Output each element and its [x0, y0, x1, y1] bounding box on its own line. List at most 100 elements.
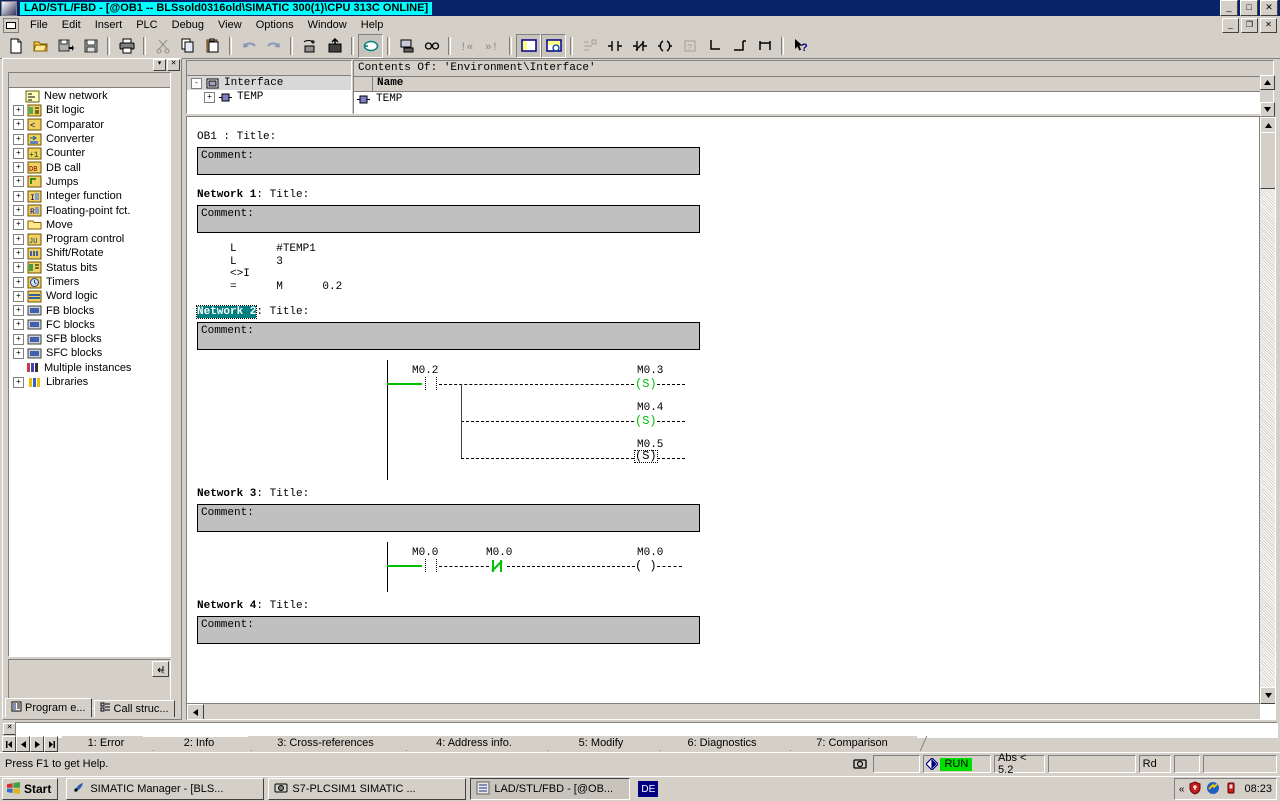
tree-expander[interactable]: +	[13, 247, 24, 259]
tab-nav-last[interactable]	[44, 736, 58, 752]
tree-expander[interactable]: +	[13, 104, 24, 116]
no-contact-m0-0[interactable]	[425, 559, 437, 573]
no-contact-icon[interactable]	[602, 34, 627, 58]
tree-expander[interactable]: +	[13, 347, 24, 359]
set-coil-m0-5-selected[interactable]: (S)	[634, 450, 658, 464]
editor-scroll-left-button[interactable]	[187, 704, 204, 719]
menu-debug[interactable]: Debug	[165, 17, 211, 33]
tree-expander[interactable]: +	[13, 162, 24, 174]
tree-item-sfb-blocks[interactable]: + SFB blocks	[9, 332, 170, 346]
mdi-close-button[interactable]: ✕	[1260, 17, 1277, 33]
undo-icon[interactable]	[236, 34, 261, 58]
paste-icon[interactable]	[200, 34, 225, 58]
column-header-name[interactable]: Name	[373, 77, 1273, 91]
tree-expander[interactable]: +	[13, 119, 24, 131]
tree-item-shift-rotate[interactable]: + Shift/Rotate	[9, 246, 170, 260]
copy-icon[interactable]	[175, 34, 200, 58]
network-4-title[interactable]: Network 4: Title:	[187, 600, 1259, 612]
network-3-comment-box[interactable]: Comment:	[197, 504, 700, 533]
tree-expander[interactable]: +	[13, 190, 24, 202]
interface-tree-item-interface[interactable]: - Interface	[187, 76, 351, 90]
network-1-title[interactable]: Network 1: Title:	[187, 189, 1259, 201]
tree-item-timers[interactable]: + Timers	[9, 275, 170, 289]
save-icon[interactable]	[78, 34, 103, 58]
interface-scroll-up-button[interactable]	[1260, 75, 1275, 90]
editor-scroll-down-button[interactable]	[1260, 687, 1275, 704]
usb-device-icon[interactable]	[1224, 781, 1238, 798]
network-1-stl-code[interactable]: L #TEMP1 L 3 <>I = M 0.2	[187, 233, 1259, 293]
open-folder-icon[interactable]	[28, 34, 53, 58]
tree-expander[interactable]: +	[13, 205, 24, 217]
menu-insert[interactable]: Insert	[88, 17, 130, 33]
clock[interactable]: 08:23	[1244, 783, 1272, 795]
network-2-ladder[interactable]: M0.2 M0.3 (S) M0.4 (S) M0.5 (S)	[187, 350, 1259, 481]
set-coil-m0-3[interactable]: (S)	[635, 377, 657, 391]
print-icon[interactable]	[114, 34, 139, 58]
tree-expander[interactable]: +	[13, 233, 24, 245]
network-activity-icon[interactable]	[1206, 781, 1220, 798]
tab-nav-prev[interactable]	[16, 736, 30, 752]
branch-close-icon[interactable]	[727, 34, 752, 58]
menu-edit[interactable]: Edit	[55, 17, 88, 33]
tree-item-integer-function[interactable]: + I Integer function	[9, 189, 170, 203]
taskbar-item-plcsim[interactable]: S7-PLCSIM1 SIMATIC ...	[268, 778, 467, 800]
tree-expander[interactable]: +	[204, 91, 215, 103]
tab-nav-next[interactable]	[30, 736, 44, 752]
menu-plc[interactable]: PLC	[129, 17, 164, 33]
mdi-document-icon[interactable]	[3, 17, 19, 33]
tab-diagnostics[interactable]: 6: Diagnostics	[657, 736, 787, 750]
tree-expander[interactable]: +	[13, 333, 24, 345]
tree-item-program-control[interactable]: + JU Program control	[9, 232, 170, 246]
output-coil-m0-0[interactable]: ( )	[635, 559, 657, 573]
panel-collapse-button[interactable]: ▾	[153, 58, 166, 71]
interface-tree[interactable]: - Interface + TEMP	[186, 60, 352, 114]
empty-box-icon[interactable]: ?	[677, 34, 702, 58]
branch-open-icon[interactable]	[702, 34, 727, 58]
tree-expander[interactable]: +	[13, 133, 24, 145]
tree-item-counter[interactable]: + +1 Counter	[9, 146, 170, 160]
close-button[interactable]: ✕	[1260, 0, 1278, 16]
tree-expander[interactable]: +	[13, 262, 24, 274]
tree-item-new-network[interactable]: New network	[9, 89, 170, 103]
tab-cross-references[interactable]: 3: Cross-references	[248, 736, 403, 750]
taskbar-item-lad-stl-fbd[interactable]: LAD/STL/FBD - [@OB...	[470, 778, 631, 800]
tab-info[interactable]: 2: Info	[143, 736, 255, 750]
tree-item-libraries[interactable]: + Libraries	[9, 375, 170, 389]
tree-item-status-bits[interactable]: + Status bits	[9, 261, 170, 275]
mdi-restore-button[interactable]: ❐	[1241, 17, 1258, 33]
tree-expander[interactable]: +	[13, 276, 24, 288]
tree-item-jumps[interactable]: + Jumps	[9, 175, 170, 189]
tree-item-converter[interactable]: + Converter	[9, 132, 170, 146]
editor-canvas[interactable]: OB1 : Title: Comment: Network 1: Title: …	[187, 117, 1259, 719]
tree-item-word-logic[interactable]: + Word logic	[9, 289, 170, 303]
tree-item-fc-blocks[interactable]: + FC blocks	[9, 318, 170, 332]
shield-icon[interactable]	[1188, 780, 1202, 798]
program-elements-tree[interactable]: New network + Bit logic + < Comparator +…	[8, 72, 171, 657]
tree-item-move[interactable]: + Move	[9, 218, 170, 232]
next-error-icon[interactable]: »!	[480, 34, 505, 58]
tab-address-info[interactable]: 4: Address info.	[403, 736, 545, 750]
tree-item-floating-point-fct[interactable]: + R Floating-point fct.	[9, 203, 170, 217]
taskbar-item-simatic-manager[interactable]: SIMATIC Manager - [BLS...	[66, 778, 265, 800]
coil-address-m0-3[interactable]: M0.3	[637, 365, 663, 377]
network-3-ladder[interactable]: M0.0 M0.0 M0.0 ( )	[187, 532, 1259, 593]
prev-error-icon[interactable]: !«	[455, 34, 480, 58]
mdi-minimize-button[interactable]: _	[1222, 17, 1239, 33]
editor-vertical-scrollbar[interactable]	[1259, 117, 1275, 704]
coil-address-m0-0[interactable]: M0.0	[637, 547, 663, 559]
code-editor[interactable]: OB1 : Title: Comment: Network 1: Title: …	[186, 116, 1276, 720]
tab-error[interactable]: 1: Error	[62, 736, 150, 750]
contact-address-m0-2[interactable]: M0.2	[412, 365, 438, 377]
monitor-icon[interactable]	[358, 34, 383, 58]
tree-item-sfc-blocks[interactable]: + SFC blocks	[9, 346, 170, 360]
cut-icon[interactable]	[150, 34, 175, 58]
tree-item-comparator[interactable]: + < Comparator	[9, 118, 170, 132]
tree-item-bit-logic[interactable]: + Bit logic	[9, 103, 170, 117]
network-4-comment-box[interactable]: Comment:	[197, 616, 700, 645]
tray-chevron-icon[interactable]: «	[1179, 784, 1185, 795]
details-icon[interactable]	[541, 34, 566, 58]
maximize-button[interactable]: □	[1240, 0, 1258, 16]
network-2-title[interactable]: Network 2: Title:	[187, 305, 1259, 320]
network-2-label[interactable]: Network 2	[195, 305, 258, 320]
minimize-button[interactable]: _	[1220, 0, 1238, 16]
